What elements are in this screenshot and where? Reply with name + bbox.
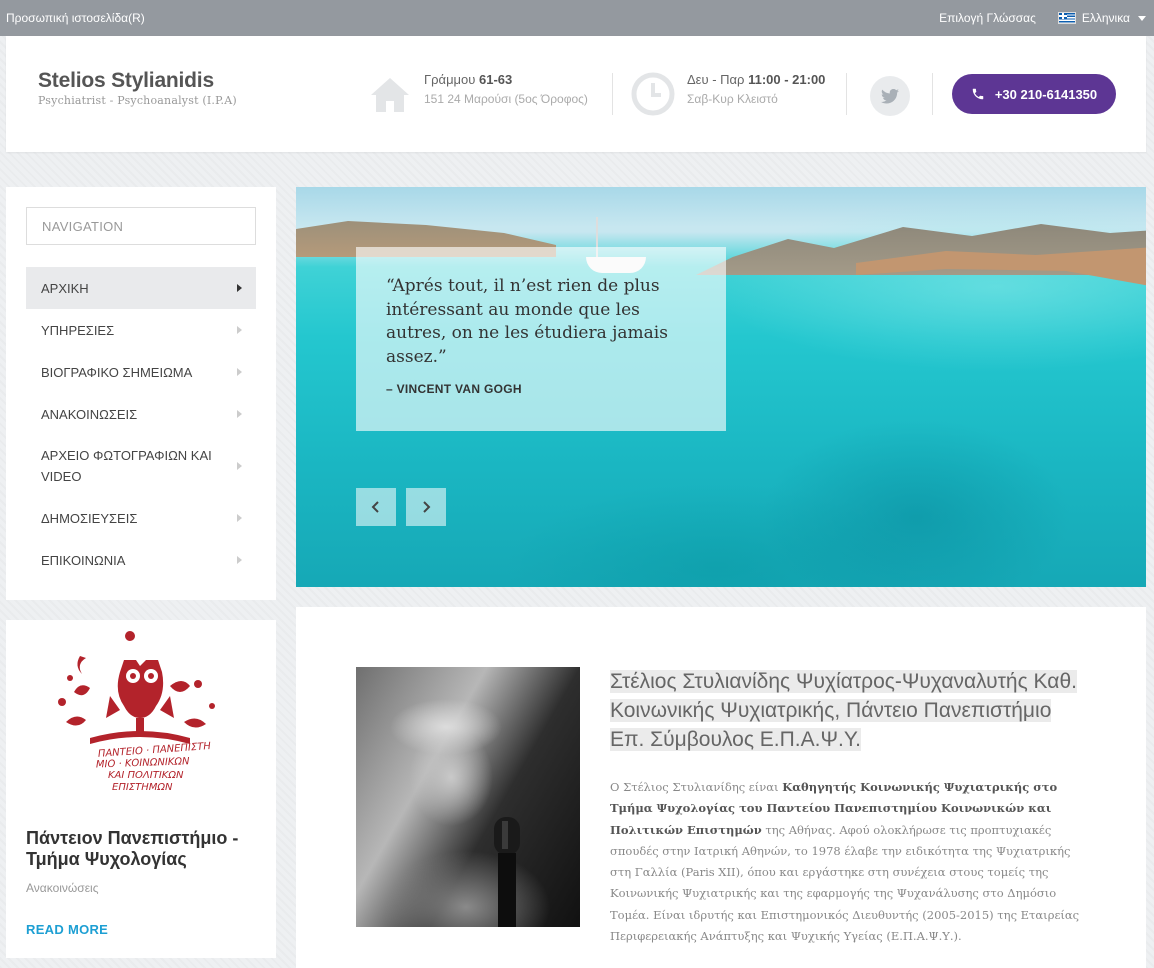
current-language[interactable]: Ελληνικα <box>1082 11 1130 25</box>
twitter-button[interactable] <box>870 76 910 116</box>
quote-box: “Aprés tout, il n’est rien de plus intér… <box>356 247 726 431</box>
phone-button[interactable]: +30 210-6141350 <box>952 74 1116 114</box>
divider <box>932 73 933 115</box>
article-body: Ο Στέλιος Στυλιανίδης είναι Καθηγητής Κο… <box>610 780 1080 944</box>
panteion-university-logo[interactable]: ΠΑΝΤΕΙΟ · ΠΑΝΕΠΙΣΤΗ ΜΙΟ · ΚΟΙΝΩΝΙΚΩΝ ΚΑΙ… <box>50 626 230 800</box>
address-block: Γράμμου 61-63 151 24 Μαρούσι (5ος Όροφος… <box>368 72 588 116</box>
site-tagline: Προσωπική ιστοσελίδα(R) <box>6 11 145 25</box>
nav-item-gallery[interactable]: ΑΡΧΕΙΟ ΦΩΤΟΓΡΑΦΙΩΝ ΚΑΙ VIDEO <box>26 435 256 497</box>
site-name[interactable]: Stelios Stylianidis <box>38 69 237 93</box>
main-content: Στέλιος Στυλιανίδης Ψυχίατρος-Ψυχαναλυτή… <box>296 607 1146 968</box>
slider-prev-button[interactable] <box>356 488 396 526</box>
phone-number[interactable]: +30 210-6141350 <box>995 87 1097 102</box>
article-title: Στέλιος Στυλιανίδης Ψυχίατρος-Ψυχαναλυτή… <box>610 670 1077 751</box>
sidebar-navigation: NAVIGATION ΑΡΧΙΚΗ ΥΠΗΡΕΣΙΕΣ ΒΙΟΓΡΑΦΙΚΟ Σ… <box>6 187 276 600</box>
hero-slider: “Aprés tout, il n’est rien de plus intér… <box>296 187 1146 587</box>
read-more-link[interactable]: READ MORE <box>26 922 108 937</box>
slider-next-button[interactable] <box>406 488 446 526</box>
navigation-field[interactable]: NAVIGATION <box>26 207 256 245</box>
triangle-right-icon <box>237 410 242 418</box>
nav-item-cv[interactable]: ΒΙΟΓΡΑΦΙΚΟ ΣΗΜΕΙΩΜΑ <box>26 351 256 393</box>
site-subtitle: Psychiatrist - Psychoanalyst (I.P.A) <box>38 94 237 107</box>
nav-item-services[interactable]: ΥΠΗΡΕΣΙΕΣ <box>26 309 256 351</box>
hours-weekend: Σαβ-Κυρ Κλειστό <box>687 92 778 106</box>
phone-icon <box>972 88 984 100</box>
svg-text:ΚΑΙ ΠΟΛΙΤΙΚΩΝ: ΚΑΙ ΠΟΛΙΤΙΚΩΝ <box>108 770 184 781</box>
svg-text:ΕΠΙΣΤΗΜΩΝ: ΕΠΙΣΤΗΜΩΝ <box>112 782 173 793</box>
chevron-right-icon <box>423 501 431 513</box>
quote-author: – VINCENT VAN GOGH <box>386 382 522 396</box>
nav-item-publications[interactable]: ΔΗΜΟΣΙΕΥΣΕΙΣ <box>26 497 256 539</box>
card-category[interactable]: Ανακοινώσεις <box>26 881 99 895</box>
nav-menu: ΑΡΧΙΚΗ ΥΠΗΡΕΣΙΕΣ ΒΙΟΓΡΑΦΙΚΟ ΣΗΜΕΙΩΜΑ ΑΝΑ… <box>26 267 256 581</box>
brand[interactable]: Stelios Stylianidis Psychiatrist - Psych… <box>38 69 237 107</box>
triangle-right-icon <box>237 368 242 376</box>
triangle-right-icon <box>237 514 242 522</box>
top-bar: Προσωπική ιστοσελίδα(R) Επιλογή Γλώσσας … <box>0 0 1154 36</box>
svg-text:ΜΙΟ · ΚΟΙΝΩΝΙΚΩΝ: ΜΙΟ · ΚΟΙΝΩΝΙΚΩΝ <box>96 756 190 770</box>
divider <box>846 73 847 115</box>
triangle-right-icon <box>237 284 242 292</box>
language-selector[interactable]: Επιλογή Γλώσσας Ελληνικα <box>939 11 1146 25</box>
twitter-icon <box>881 88 899 104</box>
greek-flag-icon <box>1057 12 1076 24</box>
caret-down-icon[interactable] <box>1138 15 1146 21</box>
nav-item-announcements[interactable]: ΑΝΑΚΟΙΝΩΣΕΙΣ <box>26 393 256 435</box>
clock-icon <box>631 72 675 116</box>
address-street-line: Γράμμου 61-63 <box>424 72 513 87</box>
card-title[interactable]: Πάντειον Πανεπιστήμιο - Τμήμα Ψυχολογίας <box>26 828 261 870</box>
chevron-left-icon <box>371 501 379 513</box>
hours-block: Δευ - Παρ 11:00 - 21:00 Σαβ-Κυρ Κλειστό <box>631 72 825 116</box>
quote-text: “Aprés tout, il n’est rien de plus intér… <box>386 276 668 367</box>
nav-item-contact[interactable]: ΕΠΙΚΟΙΝΩΝΙΑ <box>26 539 256 581</box>
portrait-photo <box>356 667 580 927</box>
nav-item-home[interactable]: ΑΡΧΙΚΗ <box>26 267 256 309</box>
microphone <box>494 817 520 927</box>
hours-weekdays: Δευ - Παρ 11:00 - 21:00 <box>687 72 826 87</box>
address-city: 151 24 Μαρούσι (5ος Όροφος) <box>424 92 588 106</box>
triangle-right-icon <box>237 326 242 334</box>
triangle-right-icon <box>237 556 242 564</box>
language-label[interactable]: Επιλογή Γλώσσας <box>939 11 1036 25</box>
divider <box>612 73 613 115</box>
home-icon <box>371 78 409 112</box>
site-header: Stelios Stylianidis Psychiatrist - Psych… <box>6 36 1146 152</box>
triangle-right-icon <box>237 462 242 470</box>
announcement-card: ΠΑΝΤΕΙΟ · ΠΑΝΕΠΙΣΤΗ ΜΙΟ · ΚΟΙΝΩΝΙΚΩΝ ΚΑΙ… <box>6 620 276 958</box>
